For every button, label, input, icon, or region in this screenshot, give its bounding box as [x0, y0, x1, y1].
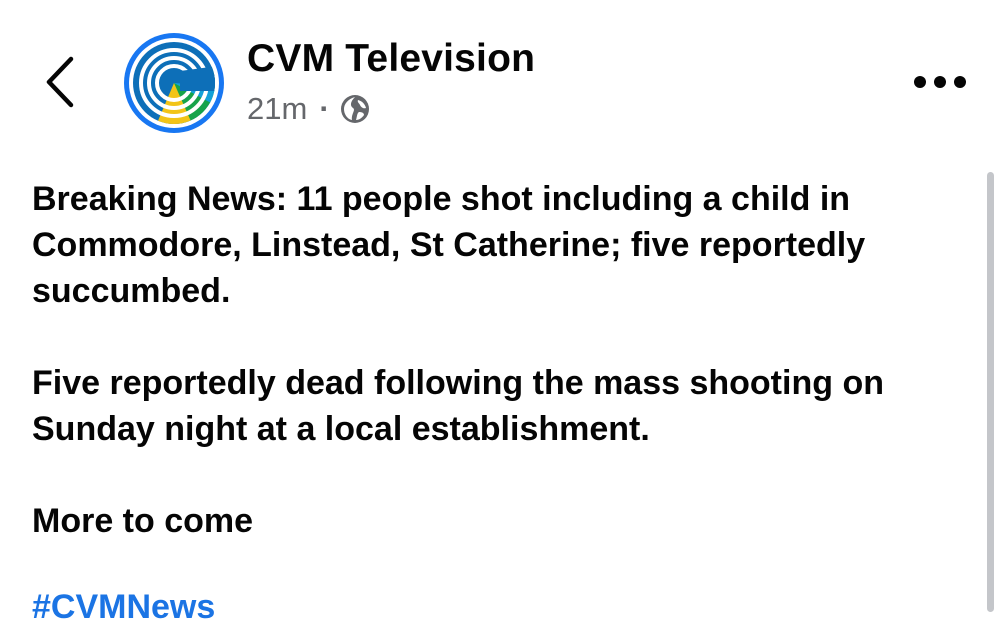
post-paragraph: Five reportedly dead following the mass …: [32, 364, 884, 448]
page-avatar[interactable]: [122, 31, 226, 135]
page-name[interactable]: CVM Television: [247, 37, 535, 81]
chevron-left-icon: [44, 56, 76, 108]
post-text: Breaking News: 11 people shot including …: [32, 176, 962, 590]
back-button[interactable]: [38, 52, 82, 112]
post-paragraph: More to come: [32, 502, 254, 540]
globe-icon[interactable]: [340, 94, 370, 124]
more-options-button[interactable]: [910, 62, 970, 102]
scrollbar-thumb[interactable]: [987, 172, 994, 612]
hashtag-link[interactable]: #CVMNews: [32, 588, 215, 627]
post-meta: 21m ·: [247, 89, 370, 129]
meta-separator: ·: [319, 91, 330, 126]
cvm-logo-icon: [124, 33, 224, 133]
post-time[interactable]: 21m: [247, 91, 307, 127]
post-paragraph: Breaking News: 11 people shot including …: [32, 180, 866, 310]
ellipsis-horizontal-icon: [913, 75, 967, 89]
scrollbar[interactable]: [985, 172, 997, 612]
